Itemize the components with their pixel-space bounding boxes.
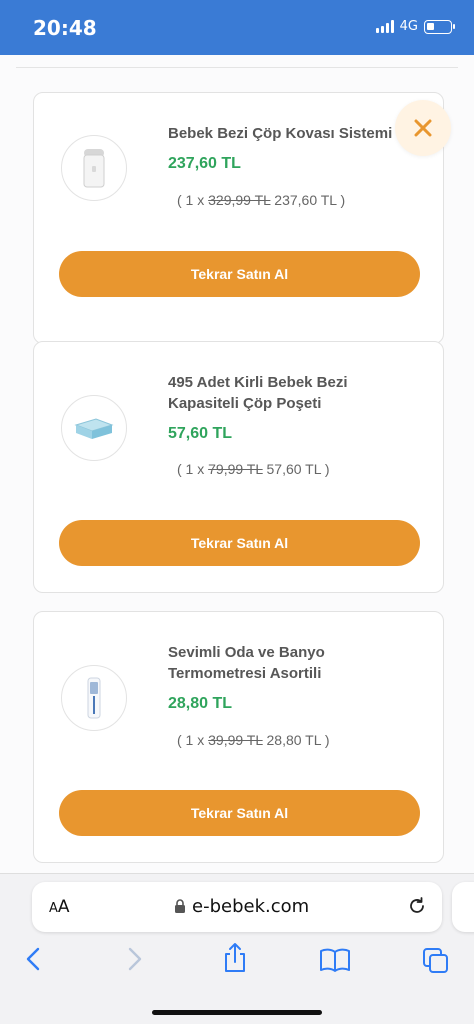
price-breakdown: ( 1 x 329,99 TL 237,60 TL ) xyxy=(177,192,345,208)
old-price: 39,99 TL xyxy=(208,732,263,748)
next-tab-preview[interactable] xyxy=(452,882,474,932)
product-image[interactable] xyxy=(61,395,127,461)
status-time: 20:48 xyxy=(33,16,97,40)
quantity-text: ( 1 x xyxy=(177,461,209,477)
order-item-card: Sevimli Oda ve Banyo Termometresi Asorti… xyxy=(33,611,444,863)
price-breakdown: ( 1 x 79,99 TL 57,60 TL ) xyxy=(177,461,330,477)
reader-settings-button[interactable]: AA xyxy=(49,897,70,917)
close-icon xyxy=(414,119,432,137)
new-price: 28,80 TL ) xyxy=(262,732,330,748)
signal-icon xyxy=(375,20,394,33)
order-item-card: Bebek Bezi Çöp Kovası Sistemi 237,60 TL … xyxy=(33,92,444,344)
browser-chrome: AA e-bebek.com xyxy=(0,873,474,1024)
buy-again-button[interactable]: Tekrar Satın Al xyxy=(59,520,420,566)
tabs-icon[interactable] xyxy=(422,947,450,975)
trash-can-product-icon xyxy=(83,149,105,188)
order-items-list: Bebek Bezi Çöp Kovası Sistemi 237,60 TL … xyxy=(0,55,474,873)
buy-again-button[interactable]: Tekrar Satın Al xyxy=(59,790,420,836)
close-button[interactable] xyxy=(395,100,451,156)
bag-refill-product-icon xyxy=(74,418,114,439)
buy-again-button[interactable]: Tekrar Satın Al xyxy=(59,251,420,297)
product-price: 57,60 TL xyxy=(168,425,233,442)
old-price: 329,99 TL xyxy=(208,192,271,208)
product-image[interactable] xyxy=(61,665,127,731)
network-label: 4G xyxy=(399,19,418,34)
product-image[interactable] xyxy=(61,135,127,201)
product-name[interactable]: Sevimli Oda ve Banyo Termometresi Asorti… xyxy=(168,642,399,684)
reload-icon[interactable] xyxy=(406,895,428,917)
thermometer-product-icon xyxy=(87,677,101,719)
battery-icon xyxy=(424,19,455,34)
divider xyxy=(16,67,458,68)
price-breakdown: ( 1 x 39,99 TL 28,80 TL ) xyxy=(177,732,330,748)
status-indicators: 4G xyxy=(375,19,455,34)
home-indicator xyxy=(152,1010,322,1015)
address-bar[interactable]: AA e-bebek.com xyxy=(32,882,442,932)
lock-icon xyxy=(175,899,185,913)
forward-icon[interactable] xyxy=(126,946,144,972)
quantity-text: ( 1 x xyxy=(177,732,209,748)
new-price: 57,60 TL ) xyxy=(262,461,330,477)
bookmarks-icon[interactable] xyxy=(319,947,351,973)
product-price: 237,60 TL xyxy=(168,155,241,172)
new-price: 237,60 TL ) xyxy=(270,192,346,208)
url-display[interactable]: e-bebek.com xyxy=(174,896,309,917)
old-price: 79,99 TL xyxy=(208,461,263,477)
share-icon[interactable] xyxy=(222,942,248,974)
url-text: e-bebek.com xyxy=(192,896,310,917)
product-name[interactable]: Bebek Bezi Çöp Kovası Sistemi xyxy=(168,123,399,144)
product-price: 28,80 TL xyxy=(168,695,233,712)
back-icon[interactable] xyxy=(24,946,42,972)
status-bar: 20:48 4G xyxy=(0,0,474,55)
quantity-text: ( 1 x xyxy=(177,192,209,208)
product-name[interactable]: 495 Adet Kirli Bebek Bezi Kapasiteli Çöp… xyxy=(168,372,399,414)
order-item-card: 495 Adet Kirli Bebek Bezi Kapasiteli Çöp… xyxy=(33,341,444,593)
